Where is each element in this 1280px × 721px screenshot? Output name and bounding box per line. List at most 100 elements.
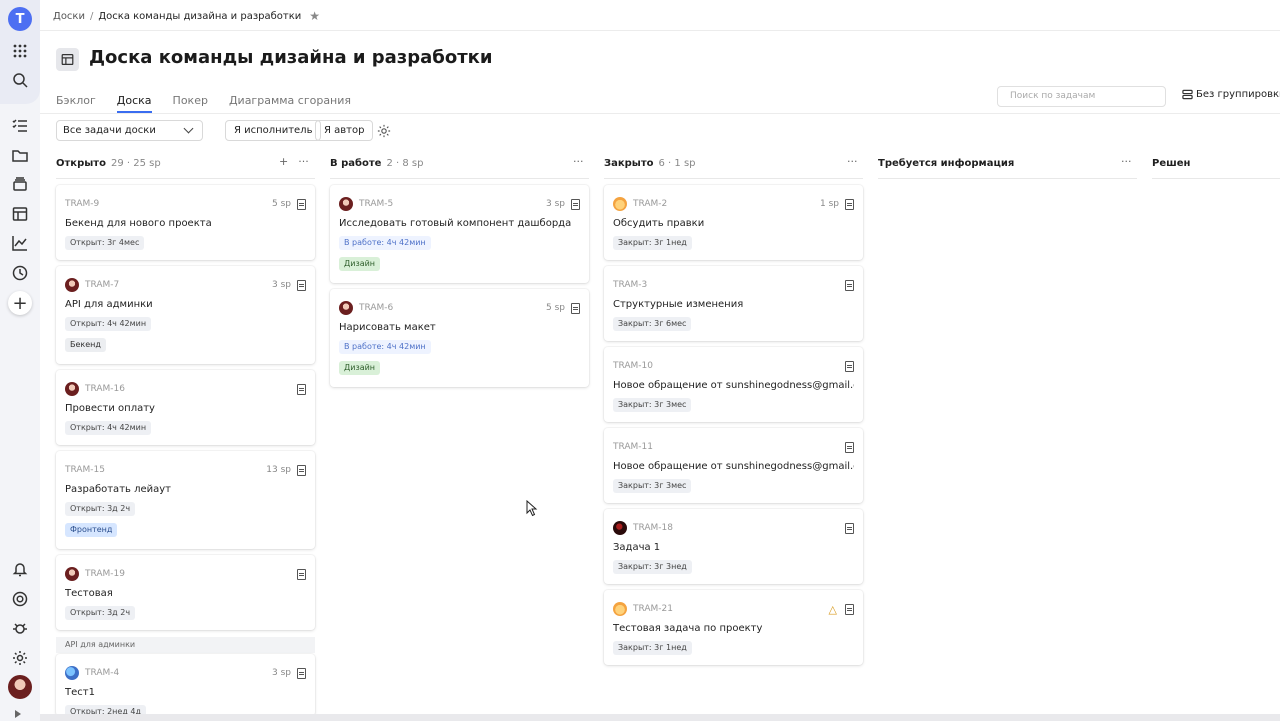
tracker-logo[interactable]: T <box>8 7 32 31</box>
column-name: Закрыто <box>604 157 654 169</box>
task-key[interactable]: TRAM-18 <box>633 523 839 533</box>
column-more-icon[interactable]: ··· <box>847 155 858 168</box>
task-key[interactable]: TRAM-10 <box>613 361 839 371</box>
notifications-bell-icon[interactable] <box>8 557 32 581</box>
tag-badge: Дизайн <box>339 257 381 271</box>
task-card[interactable]: TRAM-19 Тестовая Открыт: 3д 2ч <box>56 555 315 630</box>
task-title: Исследовать готовый компонент дашборда <box>339 218 572 229</box>
task-card[interactable]: TRAM-6 5 sp Нарисовать макет В работе: 4ч… <box>330 289 589 387</box>
task-card[interactable]: TRAM-15 13 sp Разработать лейаут Открыт: … <box>56 451 315 549</box>
column-more-icon[interactable]: ··· <box>1121 155 1132 168</box>
column-meta: 6 · 1 sp <box>658 157 696 169</box>
task-card[interactable]: TRAM-9 5 sp Бекенд для нового проекта Отк… <box>56 185 315 260</box>
assignee-avatar <box>613 602 627 616</box>
breadcrumb-root-link[interactable]: Доски <box>53 11 85 22</box>
task-key[interactable]: TRAM-11 <box>613 442 839 452</box>
task-card[interactable]: TRAM-4 3 sp Тест1 Открыт: 2нед 4д <box>56 654 315 719</box>
task-key[interactable]: TRAM-15 <box>65 465 266 475</box>
task-key[interactable]: TRAM-5 <box>359 199 546 209</box>
tab-burndown[interactable]: Диаграмма сгорания <box>229 94 351 113</box>
column-header-closed: Закрыто 6 · 1 sp <box>604 155 696 171</box>
swimlane-group-header[interactable]: API для админки <box>56 637 315 653</box>
bug-icon[interactable] <box>8 616 32 640</box>
task-title: Задача 1 <box>613 542 661 553</box>
status-badge: Закрыт: 3г 3мес <box>613 398 692 412</box>
author-me-button[interactable]: Я автор <box>315 120 374 141</box>
boards-icon[interactable] <box>8 202 32 226</box>
status-badge: Открыт: 4ч 42мин <box>65 421 152 435</box>
favorite-star-icon[interactable]: ★ <box>309 9 320 23</box>
task-title: Новое обращение от sunshinegodness@gmail… <box>613 380 854 391</box>
document-icon <box>297 568 306 580</box>
folder-icon[interactable] <box>8 143 32 167</box>
column-divider <box>1152 178 1280 179</box>
task-key[interactable]: TRAM-4 <box>85 668 272 678</box>
apps-grid-icon[interactable] <box>8 39 32 63</box>
tag-badge: Бекенд <box>65 338 106 352</box>
create-plus-icon[interactable]: + <box>8 291 32 315</box>
task-search-input[interactable]: Поиск по задачам <box>997 86 1166 107</box>
task-key[interactable]: TRAM-21 <box>633 604 829 614</box>
column-divider <box>878 178 1137 179</box>
task-key[interactable]: TRAM-7 <box>85 280 272 290</box>
board-filter-select[interactable]: Все задачи доски <box>56 120 203 141</box>
dashboards-chart-icon[interactable] <box>8 231 32 255</box>
task-key[interactable]: TRAM-3 <box>613 280 839 290</box>
task-key[interactable]: TRAM-2 <box>633 199 820 209</box>
column-header-resolved: Решен <box>1152 155 1190 171</box>
task-card[interactable]: TRAM-10 Новое обращение от sunshinegodne… <box>604 347 863 422</box>
task-card[interactable]: TRAM-2 1 sp Обсудить правки Закрыт: 3г 1н… <box>604 185 863 260</box>
mouse-cursor-icon <box>526 500 538 517</box>
column-name: Открыто <box>56 157 106 169</box>
task-title: Тест1 <box>65 687 95 698</box>
user-avatar[interactable] <box>8 675 32 699</box>
search-icon[interactable] <box>8 68 32 92</box>
expand-rail-icon[interactable] <box>15 710 21 718</box>
grouping-label: Без группировки <box>1196 89 1280 100</box>
task-card[interactable]: TRAM-11 Новое обращение от sunshinegodne… <box>604 428 863 503</box>
task-card[interactable]: TRAM-16 Провести оплату Открыт: 4ч 42мин <box>56 370 315 445</box>
history-clock-icon[interactable] <box>8 261 32 285</box>
tab-poker[interactable]: Покер <box>173 94 208 113</box>
story-points: 3 sp <box>272 668 291 678</box>
story-points: 1 sp <box>820 199 839 209</box>
column-divider <box>330 178 589 179</box>
story-points: 3 sp <box>546 199 565 209</box>
story-points: 5 sp <box>272 199 291 209</box>
task-card[interactable]: TRAM-7 3 sp API для админки Открыт: 4ч 42… <box>56 266 315 364</box>
task-key[interactable]: TRAM-6 <box>359 303 546 313</box>
left-rail: T + <box>0 0 40 721</box>
grouping-button[interactable]: Без группировки <box>1182 89 1280 100</box>
task-card[interactable]: TRAM-21 △ Тестовая задача по проекту Закр… <box>604 590 863 665</box>
task-key[interactable]: TRAM-19 <box>85 569 291 579</box>
assignee-me-button[interactable]: Я исполнитель <box>225 120 322 141</box>
assignee-avatar <box>339 197 353 211</box>
task-card[interactable]: TRAM-5 3 sp Исследовать готовый компонент… <box>330 185 589 283</box>
column-more-icon[interactable]: ··· <box>298 155 309 168</box>
task-key[interactable]: TRAM-16 <box>85 384 291 394</box>
column-name: В работе <box>330 157 382 169</box>
task-card[interactable]: TRAM-3 Структурные изменения Закрыт: 3г … <box>604 266 863 341</box>
horizontal-scrollbar[interactable] <box>40 714 1280 721</box>
document-icon <box>845 360 854 372</box>
board-icon <box>56 48 79 71</box>
task-title: Структурные изменения <box>613 299 744 310</box>
settings-gear-icon[interactable] <box>8 646 32 670</box>
tab-board[interactable]: Доска <box>116 94 152 113</box>
task-title: API для админки <box>65 299 153 310</box>
status-badge: Закрыт: 3г 1нед <box>613 236 692 250</box>
queues-icon[interactable] <box>8 172 32 196</box>
task-title: Тестовая <box>65 588 113 599</box>
add-task-plus-icon[interactable]: + <box>279 155 288 168</box>
column-header-need-info: Требуется информация <box>878 155 1014 171</box>
board-settings-gear-icon[interactable] <box>377 123 391 138</box>
task-title: Новое обращение от sunshinegodness@gmail… <box>613 461 854 472</box>
help-lifebuoy-icon[interactable] <box>8 587 32 611</box>
tab-backlog[interactable]: Бэклог <box>56 94 96 113</box>
document-icon <box>845 198 854 210</box>
document-icon <box>845 441 854 453</box>
column-more-icon[interactable]: ··· <box>573 155 584 168</box>
task-key[interactable]: TRAM-9 <box>65 199 272 209</box>
tasks-list-icon[interactable] <box>8 114 32 138</box>
task-card[interactable]: TRAM-18 Задача 1 Закрыт: 3г 3нед <box>604 509 863 584</box>
